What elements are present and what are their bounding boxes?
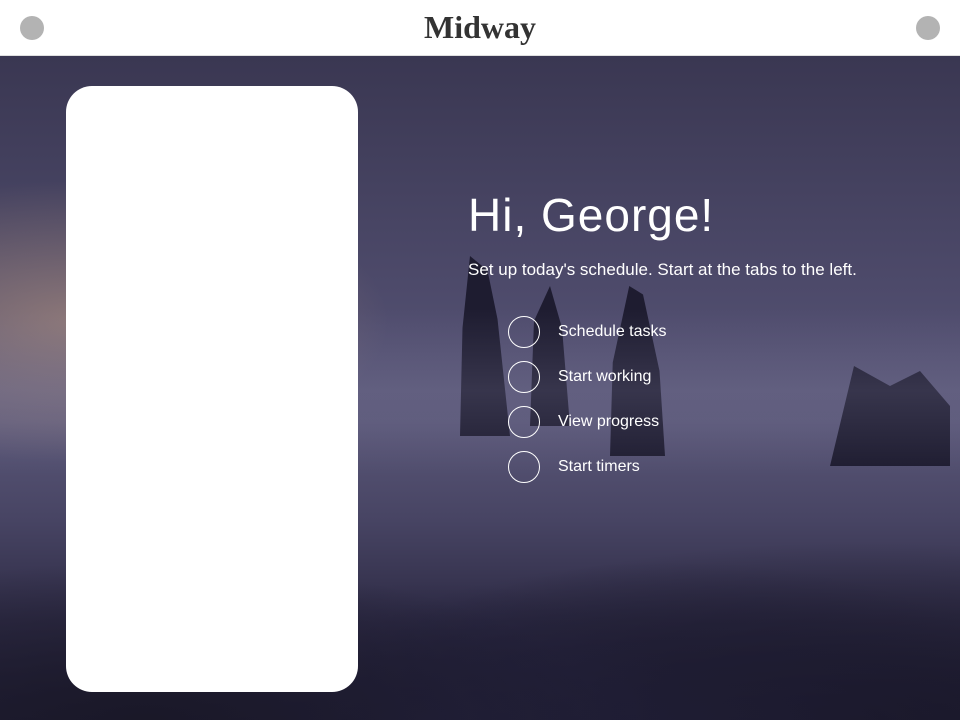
app-title: Midway [424,9,536,46]
step-item-progress[interactable]: View progress [508,406,857,438]
step-label: Schedule tasks [558,323,667,341]
step-item-work[interactable]: Start working [508,361,857,393]
phone-preview-card[interactable] [66,86,358,692]
step-circle-icon [508,451,540,483]
header: Midway [0,0,960,56]
step-circle-icon [508,406,540,438]
greeting-title: Hi, George! [468,188,857,242]
step-list: Schedule tasks Start working View progre… [508,316,857,483]
step-label: Start working [558,368,651,386]
header-left-button[interactable] [20,16,44,40]
step-circle-icon [508,316,540,348]
step-item-timers[interactable]: Start timers [508,451,857,483]
step-circle-icon [508,361,540,393]
greeting-section: Hi, George! Set up today's schedule. Sta… [468,188,857,496]
step-label: Start timers [558,458,640,476]
step-item-schedule[interactable]: Schedule tasks [508,316,857,348]
step-label: View progress [558,413,659,431]
greeting-subtitle: Set up today's schedule. Start at the ta… [468,260,857,280]
header-right-button[interactable] [916,16,940,40]
